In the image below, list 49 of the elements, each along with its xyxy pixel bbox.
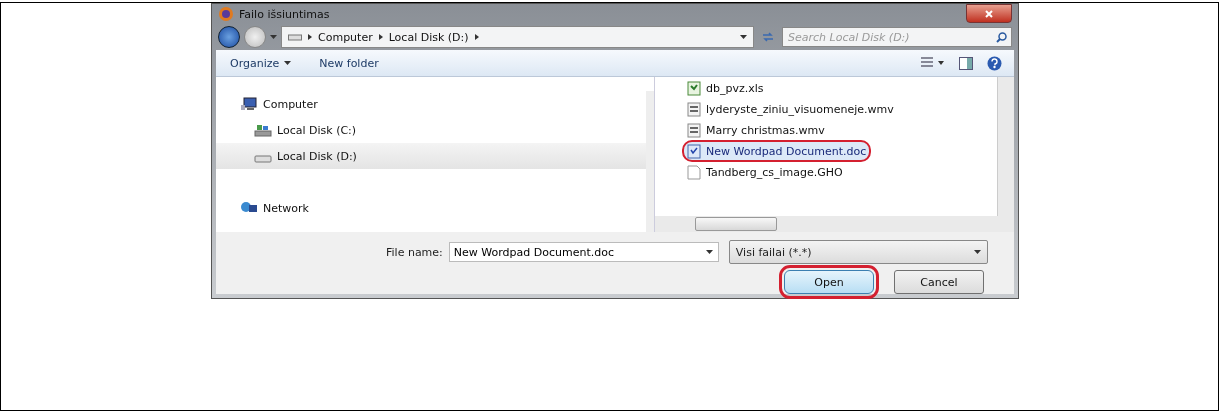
chevron-icon [378, 34, 383, 41]
caret-icon [284, 61, 292, 66]
view-icon[interactable] [921, 57, 945, 70]
search-field[interactable]: Search Local Disk (D:) [782, 27, 1012, 48]
nav-item[interactable]: Local Disk (C:) [216, 117, 646, 143]
file-name-field[interactable]: New Wordpad Document.doc [448, 242, 719, 262]
nav-item[interactable]: Computer [216, 91, 646, 117]
drive-icon [288, 33, 302, 42]
document-file-icon [687, 143, 701, 159]
chevron-icon [474, 34, 479, 41]
file-item[interactable]: lyderyste_ziniu_visuomeneje.wmv [683, 99, 997, 119]
computer-icon [240, 97, 258, 111]
forward-button[interactable] [244, 26, 266, 49]
window-title: Failo išsiuntimas [239, 7, 330, 21]
scrollbar[interactable] [997, 77, 1014, 216]
caret-icon [705, 250, 713, 254]
file-name-label: File name: [386, 245, 443, 259]
caret-icon [740, 35, 747, 40]
file-item[interactable]: New Wordpad Document.doc [683, 141, 871, 161]
caret-icon [973, 250, 981, 254]
breadcrumb[interactable]: Computer [318, 30, 373, 44]
app-icon [218, 6, 234, 23]
new-folder-button[interactable]: New folder [317, 54, 381, 72]
file-type-dropdown[interactable]: Visi failai (*.*) [728, 240, 988, 264]
scrollbar[interactable] [646, 91, 654, 232]
help-icon[interactable] [987, 55, 1002, 71]
network-icon [240, 201, 258, 215]
organize-button[interactable]: Organize [228, 54, 294, 72]
scrollbar-thumb[interactable] [695, 217, 777, 231]
search-icon [996, 32, 1007, 44]
drive-icon [254, 123, 272, 137]
file-item[interactable]: db_pvz.xls [683, 78, 997, 98]
cancel-button[interactable]: Cancel [894, 270, 984, 294]
address-bar[interactable]: Computer Local Disk (D:) [281, 26, 754, 49]
chevron-icon [308, 34, 312, 41]
file-item[interactable]: Tandberg_cs_image.GHO [683, 162, 997, 182]
close-button[interactable] [966, 4, 1012, 23]
media-file-icon [687, 122, 701, 138]
file-item[interactable]: Marry christmas.wmv [683, 120, 997, 140]
nav-item[interactable]: Local Disk (D:) [216, 143, 646, 169]
breadcrumb[interactable]: Local Disk (D:) [388, 30, 469, 44]
preview-pane-icon[interactable] [959, 56, 973, 70]
back-button[interactable] [218, 26, 240, 49]
caret-icon [270, 35, 277, 40]
nav-item[interactable]: Network [216, 195, 646, 221]
media-file-icon [687, 101, 701, 117]
blank-file-icon [687, 164, 701, 180]
spreadsheet-file-icon [687, 80, 701, 96]
close-icon [985, 9, 993, 18]
